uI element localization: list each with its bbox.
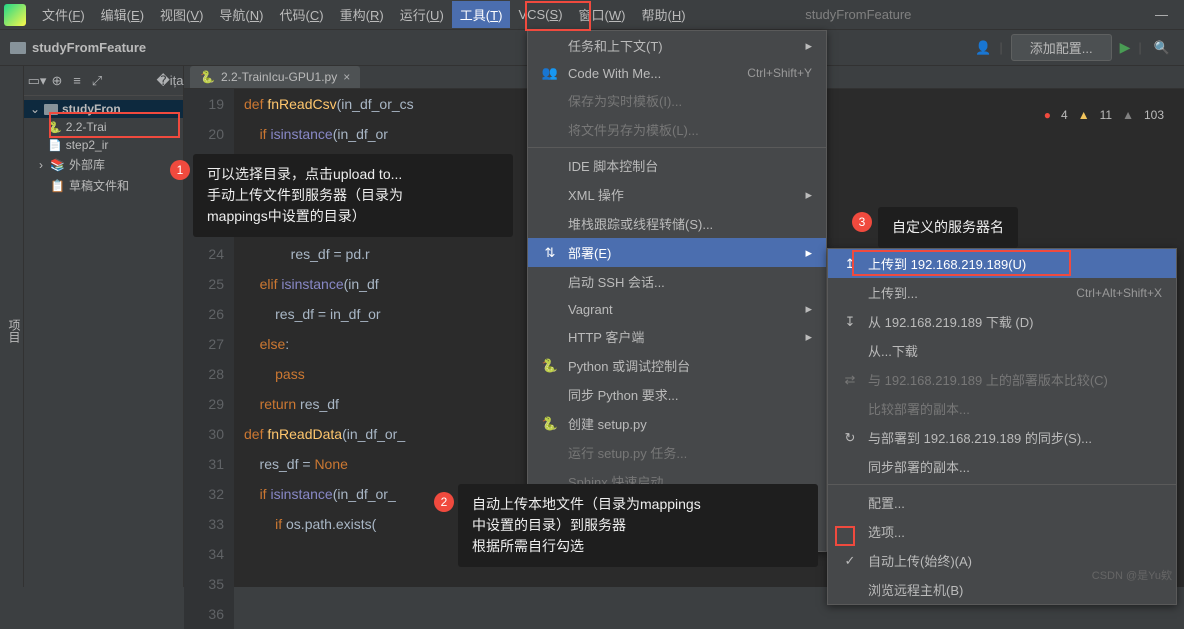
annotation-marker-2: 2 xyxy=(434,492,454,512)
search-icon[interactable]: 🔍 xyxy=(1150,40,1174,56)
chevron-right-icon[interactable]: › xyxy=(36,158,46,172)
tree-external-libs[interactable]: › 📚 外部库 xyxy=(24,154,183,175)
deploy-menu-item[interactable]: 上传到...Ctrl+Alt+Shift+X xyxy=(828,278,1176,307)
menu-vcs[interactable]: VCS(S) xyxy=(510,3,570,26)
warning-icon: ▲ xyxy=(1078,108,1090,122)
deploy-menu-item: ⇄与 192.168.219.189 上的部署版本比较(C) xyxy=(828,365,1176,394)
deploy-menu-item[interactable]: 同步部署的副本... xyxy=(828,452,1176,481)
tools-dropdown: 任务和上下文(T)▸👥Code With Me...Ctrl+Shift+Y保存… xyxy=(527,30,827,552)
project-view-icon[interactable]: ▭▾ xyxy=(30,74,44,88)
tools-menu-item[interactable]: 堆栈跟踪或线程转储(S)... xyxy=(528,209,826,238)
tools-menu-item[interactable]: Vagrant▸ xyxy=(528,296,826,322)
error-icon: ● xyxy=(1044,108,1051,122)
folder-icon xyxy=(44,104,58,115)
tree-file-2[interactable]: 📄 step2_ir xyxy=(24,136,183,154)
tools-menu-item[interactable]: 同步 Python 要求... xyxy=(528,380,826,409)
deploy-menu-item: 比较部署的副本... xyxy=(828,394,1176,423)
menu-run[interactable]: 运行(U) xyxy=(392,1,452,28)
annotation-tooltip-1: 可以选择目录，点击upload to... 手动上传文件到服务器（目录为 map… xyxy=(193,154,513,237)
deploy-menu-item[interactable]: 选项... xyxy=(828,517,1176,546)
annotation-marker-1: 1 xyxy=(170,160,190,180)
python-file-icon: 🐍 xyxy=(200,70,215,84)
tree-root[interactable]: ⌄ studyFron xyxy=(24,100,183,118)
inspection-indicators[interactable]: ●4 ▲11 ▲103 xyxy=(1036,106,1172,124)
deploy-menu-item[interactable]: ↥上传到 192.168.219.189(U) xyxy=(828,249,1176,278)
menu-file[interactable]: 文件(F) xyxy=(34,1,93,28)
project-tool-tab[interactable]: 项目 xyxy=(0,66,24,587)
chevron-down-icon[interactable]: ⌄ xyxy=(30,102,40,116)
tools-menu-item[interactable]: XML 操作▸ xyxy=(528,180,826,209)
tools-menu-item[interactable]: HTTP 客户端▸ xyxy=(528,322,826,351)
settings-icon[interactable]: �ița xyxy=(163,74,177,88)
breadcrumb[interactable]: studyFromFeature xyxy=(32,40,146,55)
close-icon[interactable]: × xyxy=(343,70,350,84)
weak-warning-icon: ▲ xyxy=(1122,108,1134,122)
tree-scratches[interactable]: 📋 草稿文件和 xyxy=(24,175,183,196)
project-tree: ⌄ studyFron 🐍 2.2-Trai 📄 step2_ir › 📚 外部… xyxy=(24,96,183,200)
python-file-icon: 🐍 xyxy=(48,121,62,134)
tools-menu-item[interactable]: IDE 脚本控制台 xyxy=(528,151,826,180)
tools-menu-item[interactable]: 🐍Python 或调试控制台 xyxy=(528,351,826,380)
collapse-icon[interactable]: ⤢ xyxy=(90,74,104,88)
menu-refactor[interactable]: 重构(R) xyxy=(332,1,392,28)
project-panel-header: ▭▾ ⊕ ≡ ⤢ �ița xyxy=(24,66,183,96)
deploy-menu-item[interactable]: ↻与部署到 192.168.219.189 的同步(S)... xyxy=(828,423,1176,452)
watermark: CSDN @是Yu欸 xyxy=(1092,567,1172,583)
tree-file-1[interactable]: 🐍 2.2-Trai xyxy=(24,118,183,136)
tools-menu-item: 运行 setup.py 任务... xyxy=(528,438,826,467)
menu-tools[interactable]: 工具(T) xyxy=(452,1,511,28)
file-icon: 📄 xyxy=(48,139,62,152)
app-icon xyxy=(4,4,26,26)
scratch-icon: 📋 xyxy=(50,179,65,193)
folder-icon xyxy=(10,42,26,54)
menu-navigate[interactable]: 导航(N) xyxy=(211,1,271,28)
editor-tab-active[interactable]: 🐍 2.2-TrainIcu-GPU1.py × xyxy=(190,66,360,88)
tools-menu-item: 保存为实时模板(I)... xyxy=(528,86,826,115)
annotation-tooltip-3: 自定义的服务器名 xyxy=(878,207,1018,248)
deploy-menu-item[interactable]: ↧从 192.168.219.189 下载 (D) xyxy=(828,307,1176,336)
tools-menu-item[interactable]: ⇅部署(E)▸ xyxy=(528,238,826,267)
tools-menu-item[interactable]: 🐍创建 setup.py xyxy=(528,409,826,438)
menu-view[interactable]: 视图(V) xyxy=(152,1,211,28)
tools-menu-item[interactable]: 任务和上下文(T)▸ xyxy=(528,31,826,60)
tools-menu-item: 将文件另存为模板(L)... xyxy=(528,115,826,144)
main-menu-bar: 文件(F) 编辑(E) 视图(V) 导航(N) 代码(C) 重构(R) 运行(U… xyxy=(0,0,1184,30)
deploy-submenu: ↥上传到 192.168.219.189(U)上传到...Ctrl+Alt+Sh… xyxy=(827,248,1177,605)
target-icon[interactable]: ⊕ xyxy=(50,74,64,88)
annotation-tooltip-2: 自动上传本地文件（目录为mappings 中设置的目录）到服务器 根据所需自行勾… xyxy=(458,484,818,567)
run-icon[interactable]: ▶ xyxy=(1120,39,1131,56)
minimize-button[interactable]: — xyxy=(1143,7,1180,22)
menu-window[interactable]: 窗口(W) xyxy=(571,1,634,28)
menu-help[interactable]: 帮助(H) xyxy=(634,1,694,28)
project-panel: ▭▾ ⊕ ≡ ⤢ �ița ⌄ studyFron 🐍 2.2-Trai 📄 s… xyxy=(24,66,184,587)
project-name-label: studyFromFeature xyxy=(805,7,911,22)
add-configuration-button[interactable]: 添加配置... xyxy=(1011,34,1112,61)
tools-menu-item[interactable]: 👥Code With Me...Ctrl+Shift+Y xyxy=(528,60,826,86)
expand-icon[interactable]: ≡ xyxy=(70,74,84,88)
deploy-menu-item[interactable]: 从...下载 xyxy=(828,336,1176,365)
annotation-marker-3: 3 xyxy=(852,212,872,232)
library-icon: 📚 xyxy=(50,158,65,172)
tools-menu-item[interactable]: 启动 SSH 会话... xyxy=(528,267,826,296)
deploy-menu-item[interactable]: 配置... xyxy=(828,488,1176,517)
menu-edit[interactable]: 编辑(E) xyxy=(93,1,152,28)
menu-code[interactable]: 代码(C) xyxy=(272,1,332,28)
user-icon[interactable]: 👤 xyxy=(975,40,991,56)
